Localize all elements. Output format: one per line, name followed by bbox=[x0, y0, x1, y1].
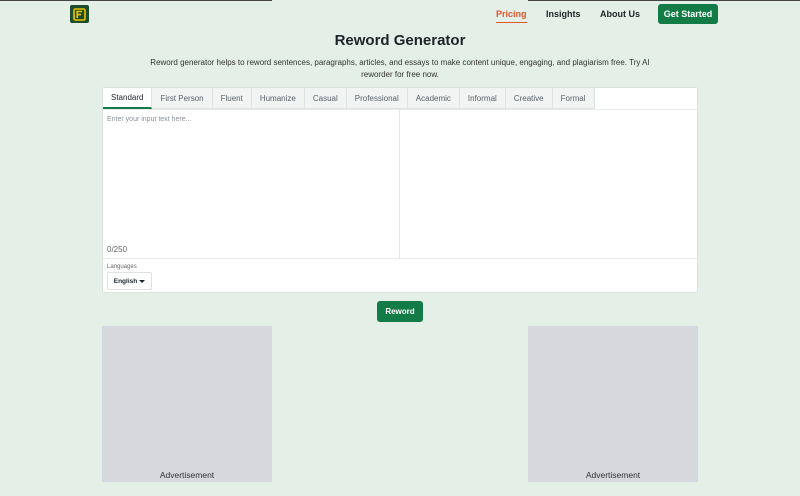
page-title: Reword Generator bbox=[334, 32, 466, 49]
get-started-button[interactable]: Get Started bbox=[658, 4, 718, 24]
advertisement-right[interactable]: Advertisement bbox=[528, 326, 698, 482]
advertisement-label: Advertisement bbox=[585, 470, 641, 480]
top-nav: Pricing Insights About Us Get Started bbox=[0, 0, 800, 30]
tab-creative[interactable]: Creative bbox=[505, 88, 553, 109]
nav-insights-link[interactable]: Insights bbox=[546, 9, 581, 19]
nav-pricing-link[interactable]: Pricing bbox=[496, 9, 527, 23]
nav-about-link[interactable]: About Us bbox=[600, 9, 640, 19]
advertisement-label: Advertisement bbox=[159, 470, 215, 480]
languages-label: Languages bbox=[107, 264, 137, 270]
tab-formal[interactable]: Formal bbox=[552, 88, 595, 109]
tab-standard[interactable]: Standard bbox=[103, 88, 153, 109]
language-value: English bbox=[113, 277, 138, 285]
chevron-down-icon bbox=[139, 279, 146, 283]
logo-icon[interactable] bbox=[70, 5, 89, 23]
tab-fluent[interactable]: Fluent bbox=[212, 88, 252, 109]
output-pane bbox=[401, 110, 697, 259]
tab-humanize[interactable]: Humanize bbox=[251, 88, 305, 109]
editor-footer: Languages English bbox=[103, 258, 697, 293]
tab-academic[interactable]: Academic bbox=[407, 88, 460, 109]
tab-casual[interactable]: Casual bbox=[304, 88, 347, 109]
page-subtitle: Reword generator helps to reword sentenc… bbox=[150, 58, 650, 79]
tab-first-person[interactable]: First Person bbox=[152, 88, 213, 109]
reword-panel: Standard First Person Fluent Humanize Ca… bbox=[102, 87, 698, 293]
advertisement-left[interactable]: Advertisement bbox=[102, 326, 272, 482]
editor-area: 0/250 bbox=[103, 109, 697, 259]
tab-professional[interactable]: Professional bbox=[346, 88, 408, 109]
tab-informal[interactable]: Informal bbox=[459, 88, 506, 109]
input-text-field[interactable] bbox=[103, 110, 399, 259]
character-counter: 0/250 bbox=[107, 245, 128, 254]
mode-tabs: Standard First Person Fluent Humanize Ca… bbox=[103, 88, 595, 109]
language-select[interactable]: English bbox=[107, 272, 152, 290]
reword-button[interactable]: Reword bbox=[377, 301, 423, 322]
input-pane: 0/250 bbox=[103, 110, 400, 259]
